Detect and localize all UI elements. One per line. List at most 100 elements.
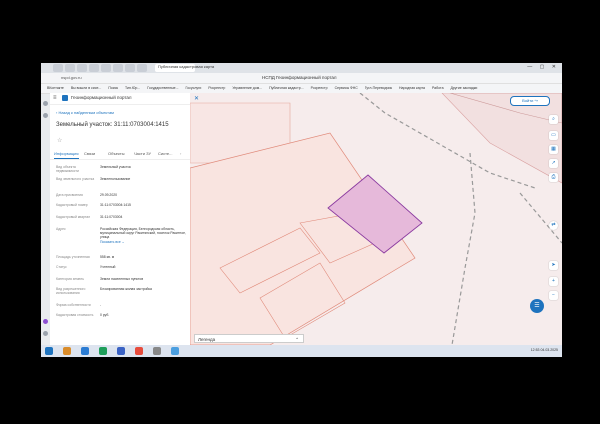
tab-links[interactable]: Связи — [84, 151, 95, 156]
clock-time: 12:53 — [530, 348, 540, 352]
zoom-out-icon[interactable]: − — [549, 291, 558, 300]
taskbar: 12:53 04.03.2025 — [41, 345, 562, 357]
bookmark[interactable]: Государственные... — [147, 84, 178, 93]
tab-title: Публичная кадастровая карта — [158, 64, 215, 69]
bookmark[interactable]: Народная карта — [399, 84, 425, 93]
field-value: 0 руб. — [100, 313, 110, 317]
tab[interactable] — [77, 64, 87, 72]
bookmark[interactable]: Росреестр — [208, 84, 225, 93]
address-bar[interactable]: nspd.gov.ru НСПД Геоинформационный порта… — [41, 73, 562, 84]
logo-icon — [62, 95, 68, 101]
field-label: Вид разрешенного использования — [56, 287, 86, 296]
field-value: 31:11:0703004:1415 — [100, 203, 131, 207]
cadastral-map[interactable]: ✕ Войти ↪ ⌕ ▭ ▦ ↗ ⎙ ⇄ ➤ + − ☰ Легенда ⌃ — [190, 93, 562, 345]
layers-icon[interactable]: ▭ — [549, 131, 558, 140]
settings-icon[interactable] — [43, 331, 48, 336]
field-value: Землепользование — [100, 177, 131, 181]
system-tray: 12:53 04.03.2025 — [531, 348, 558, 352]
bookmark[interactable]: Тип.Юр... — [125, 84, 140, 93]
tab[interactable] — [125, 64, 135, 72]
url-field[interactable]: nspd.gov.ru — [61, 75, 82, 80]
field-value: Учтенный — [100, 265, 116, 269]
telegram-icon[interactable] — [171, 347, 179, 355]
explorer-icon[interactable] — [63, 347, 71, 355]
login-button[interactable]: Войти ↪ — [510, 96, 550, 106]
tab[interactable] — [101, 64, 111, 72]
excel-icon[interactable] — [99, 347, 107, 355]
bookmark[interactable]: Сервисы ФНС — [335, 84, 358, 93]
app-icon[interactable] — [153, 347, 161, 355]
window-controls[interactable]: — ▢ ✕ — [527, 64, 559, 70]
chat-icon[interactable]: ☰ — [530, 299, 544, 313]
bookmark[interactable]: Росреестр — [311, 84, 328, 93]
field-value: Земельный участок — [100, 165, 131, 169]
grid-icon[interactable]: ▦ — [549, 145, 558, 154]
close-icon[interactable]: ✕ — [194, 95, 199, 102]
map-canvas[interactable] — [190, 93, 562, 345]
browser-sidebar — [41, 63, 50, 357]
field-label: Площадь уточненная — [56, 255, 90, 259]
tabs-scroll-icon[interactable]: › — [180, 151, 181, 156]
bookmark[interactable]: Поиск — [108, 84, 118, 93]
back-link[interactable]: ‹ Назад к найденным объектам — [56, 110, 114, 115]
field-value: Блокированная жилая застройка — [100, 287, 152, 291]
tab-objects[interactable]: Объекты — [108, 151, 125, 156]
info-tabs: Информация Связи Объекты Части ЗУ Систе.… — [50, 149, 190, 160]
field-label: Форма собственности — [56, 303, 91, 307]
tab-info[interactable]: Информация — [54, 151, 79, 159]
tab[interactable] — [137, 64, 147, 72]
field-label: Категория земель — [56, 277, 85, 281]
bookmark[interactable]: Гугл-Переводчик — [365, 84, 392, 93]
back-link-label: Назад к найденным объектам — [58, 110, 114, 115]
edge-icon[interactable] — [81, 347, 89, 355]
field-value: 31:11:0703004 — [100, 215, 123, 219]
bookmark[interactable]: Управление дом... — [232, 84, 262, 93]
legend-label: Легенда — [198, 337, 216, 342]
tab[interactable] — [53, 64, 63, 72]
route-icon[interactable]: ⇄ — [549, 221, 558, 230]
field-value: Земли населенных пунктов — [100, 277, 144, 281]
tab-parts[interactable]: Части ЗУ — [134, 151, 151, 156]
tab[interactable] — [89, 64, 99, 72]
tab[interactable] — [113, 64, 123, 72]
field-value: Российская Федерация, Белгородская облас… — [100, 227, 186, 244]
locate-icon[interactable]: ➤ — [549, 261, 558, 270]
share-icon[interactable]: ↗ — [549, 159, 558, 168]
field-label: Кадастровый номер — [56, 203, 88, 207]
bookmark[interactable]: ВКонтакте — [47, 84, 64, 93]
field-value: 558 кв. м — [100, 255, 115, 259]
history-icon[interactable] — [43, 113, 48, 118]
clock-date: 04.03.2025 — [540, 348, 558, 352]
bookmark[interactable]: Вы вошли в сисе... — [71, 84, 102, 93]
start-icon[interactable] — [45, 347, 53, 355]
field-label: Кадастровая стоимость — [56, 313, 94, 317]
tab-bar: Публичная кадастровая карта — ▢ ✕ — [41, 63, 562, 73]
menu-icon[interactable]: ≡ — [53, 95, 57, 101]
field-value: - — [100, 303, 102, 307]
print-icon[interactable]: ⎙ — [549, 173, 558, 182]
field-label: Вид земельного участка — [56, 177, 95, 181]
object-title: Земельный участок: 31:11:0703004:1415 — [56, 122, 169, 128]
bookmark[interactable]: Работа — [432, 84, 444, 93]
object-info-panel: ≡ Геоинформационный портал ‹ Назад к най… — [50, 93, 191, 345]
login-label: Войти — [522, 98, 534, 103]
show-all-link[interactable]: Показать все — [100, 240, 121, 244]
assistant-icon[interactable] — [43, 319, 48, 324]
zoom-in-icon[interactable]: + — [549, 277, 558, 286]
yandex-icon[interactable] — [135, 347, 143, 355]
app-header: ≡ Геоинформационный портал — [50, 93, 190, 105]
legend-toggle[interactable]: Легенда ⌃ — [194, 334, 304, 343]
address-text: Российская Федерация, Белгородская облас… — [100, 227, 186, 240]
tab-systems[interactable]: Систе... — [158, 151, 172, 156]
word-icon[interactable] — [117, 347, 125, 355]
field-label: Адрес — [56, 227, 66, 231]
favorite-star-icon[interactable]: ☆ — [57, 137, 62, 144]
field-label: Статус — [56, 265, 67, 269]
bookmark-icon[interactable] — [43, 101, 48, 106]
page-heading: НСПД Геоинформационный портал — [262, 75, 337, 80]
bookmark[interactable]: Публичная кадастр... — [269, 84, 303, 93]
bookmark[interactable]: Другие закладки — [451, 84, 478, 93]
bookmark[interactable]: Госуслуги — [186, 84, 202, 93]
search-tool-icon[interactable]: ⌕ — [549, 115, 558, 124]
tab[interactable] — [65, 64, 75, 72]
